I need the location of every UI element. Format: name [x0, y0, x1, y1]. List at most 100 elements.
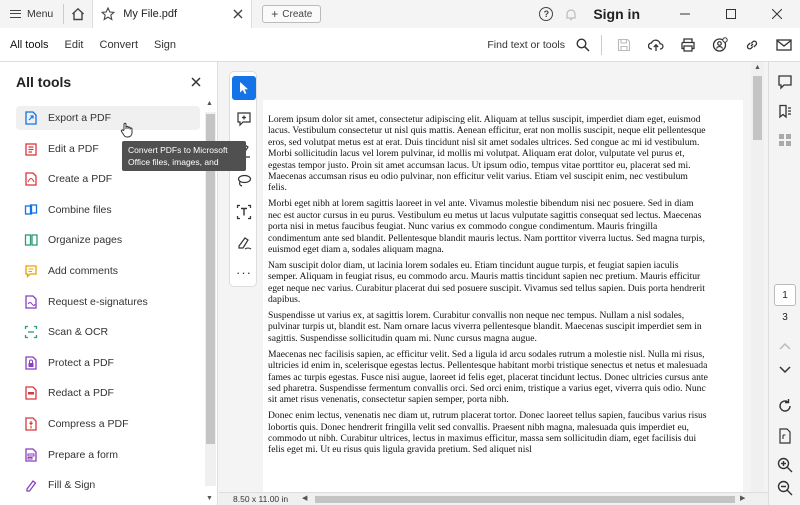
scroll-down-icon[interactable]: ▼ — [206, 495, 213, 502]
redact-pdf-icon — [25, 386, 37, 401]
search-button[interactable] — [571, 28, 595, 62]
vertical-scrollbar-thumb[interactable] — [753, 76, 762, 140]
sign-tool-button[interactable] — [232, 231, 256, 255]
sign-in-button[interactable]: Sign in — [593, 6, 640, 22]
link-icon — [746, 40, 758, 49]
tool-item-protect-pdf[interactable]: Protect a PDF — [16, 351, 200, 375]
bookmarks-button[interactable] — [773, 100, 797, 124]
current-page-input[interactable]: 1 — [774, 284, 796, 306]
close-window-button[interactable] — [754, 0, 800, 28]
menu-button[interactable]: Menu — [0, 0, 63, 28]
pen-sign-icon — [238, 237, 252, 250]
tool-item-label: Redact a PDF — [48, 387, 114, 400]
menu-label: Menu — [27, 8, 54, 20]
page-fit-button[interactable] — [773, 424, 797, 448]
tool-item-redact-pdf[interactable]: Redact a PDF — [16, 381, 200, 405]
comment-icon — [778, 75, 792, 90]
tool-item-export-pdf[interactable]: Export a PDF — [16, 106, 200, 130]
document-tab[interactable]: My File.pdf — [92, 0, 253, 28]
create-pdf-icon — [25, 172, 37, 186]
add-comments-icon — [25, 265, 37, 278]
tool-item-label: Request e-signatures — [48, 295, 148, 308]
tool-item-request-esignatures[interactable]: Request e-signatures — [16, 290, 200, 314]
chevron-up-icon — [779, 342, 791, 350]
tool-item-label: Fill & Sign — [48, 479, 96, 492]
tool-item-label: Protect a PDF — [48, 356, 114, 369]
combine-files-icon — [24, 204, 38, 215]
home-button[interactable] — [64, 0, 92, 28]
main-toolbar: All tools Edit Convert Sign Find text or… — [0, 28, 800, 62]
all-tools-panel: All tools Export a PDF Edit a PDF Create a… — [0, 62, 218, 505]
tab-all-tools[interactable]: All tools — [0, 28, 57, 62]
tab-sign[interactable]: Sign — [146, 28, 184, 62]
upload-button[interactable] — [640, 28, 672, 62]
title-bar: Menu My File.pdf + Create ? Sign in — [0, 0, 800, 28]
close-tab-icon[interactable] — [233, 9, 243, 19]
document-horizontal-scrollbar[interactable]: 8.50 x 11.00 in ◀ ▶ — [219, 492, 768, 505]
zoom-in-button[interactable] — [773, 453, 797, 477]
find-text-button[interactable]: Find text or tools — [487, 39, 565, 51]
scroll-right-icon[interactable]: ▶ — [740, 494, 745, 502]
text-tool-button[interactable] — [232, 200, 256, 224]
close-panel-icon[interactable] — [191, 77, 201, 87]
horizontal-scrollbar-thumb[interactable] — [315, 496, 735, 503]
zoom-in-icon — [777, 457, 793, 473]
fill-sign-icon — [26, 480, 37, 492]
scroll-up-icon[interactable]: ▲ — [754, 64, 761, 71]
tool-item-combine-files[interactable]: Combine files — [16, 198, 200, 222]
total-pages-label: 3 — [782, 312, 788, 323]
grid-icon — [779, 134, 791, 146]
create-button[interactable]: + Create — [262, 5, 322, 23]
page-fit-icon — [779, 428, 791, 444]
save-button[interactable] — [608, 28, 640, 62]
tooltip: Convert PDFs to Microsoft Office files, … — [122, 141, 246, 179]
star-icon[interactable] — [101, 7, 116, 21]
tool-item-prepare-form[interactable]: Prepare a form — [16, 443, 200, 467]
select-tool-button[interactable] — [232, 76, 256, 100]
tool-item-label: Add comments — [48, 265, 119, 277]
previous-page-button[interactable] — [773, 334, 797, 358]
zoom-out-button[interactable] — [773, 476, 797, 500]
print-button[interactable] — [672, 28, 704, 62]
add-comment-tool-button[interactable] — [232, 107, 256, 131]
close-icon — [772, 9, 782, 19]
link-button[interactable] — [736, 28, 768, 62]
hand-cursor-icon — [120, 122, 133, 138]
next-page-button[interactable] — [773, 358, 797, 382]
user-share-icon — [712, 36, 728, 52]
share-user-button[interactable] — [704, 28, 736, 62]
comments-panel-button[interactable] — [773, 70, 797, 94]
more-tools-button[interactable]: ··· — [232, 260, 256, 284]
more-icon: ··· — [236, 264, 252, 280]
home-icon — [72, 7, 85, 21]
minimize-button[interactable] — [662, 0, 708, 28]
email-button[interactable] — [768, 28, 800, 62]
search-icon — [576, 37, 590, 52]
scroll-up-icon[interactable]: ▲ — [206, 100, 213, 107]
minimize-icon — [680, 13, 690, 15]
tool-item-label: Scan & OCR — [48, 326, 109, 339]
tool-item-organize-pages[interactable]: Organize pages — [16, 228, 200, 252]
maximize-button[interactable] — [708, 0, 754, 28]
tab-edit[interactable]: Edit — [57, 28, 92, 62]
pdf-page[interactable]: Lorem ipsum dolor sit amet, consectetur … — [263, 100, 743, 500]
help-icon[interactable]: ? — [539, 7, 554, 21]
rotate-button[interactable] — [773, 394, 797, 418]
tool-item-label: Prepare a form — [48, 448, 119, 461]
scan-ocr-icon — [24, 326, 38, 339]
tool-item-label: Edit a PDF — [48, 142, 99, 155]
right-rail: 1 3 — [768, 62, 800, 505]
tool-item-scan-ocr[interactable]: Scan & OCR — [16, 320, 200, 344]
document-tab-title: My File.pdf — [123, 8, 178, 20]
paragraph: Morbi eget nibh at lorem sagittis laoree… — [268, 198, 705, 255]
tool-item-add-comments[interactable]: Add comments — [16, 259, 200, 283]
document-vertical-scrollbar[interactable]: ▲ ▼ — [751, 62, 764, 505]
tool-item-fill-sign[interactable]: Fill & Sign — [16, 473, 200, 497]
thumbnails-button[interactable] — [773, 128, 797, 152]
divider — [601, 34, 602, 55]
tool-item-compress-pdf[interactable]: Compress a PDF — [16, 412, 200, 436]
bell-icon[interactable] — [565, 8, 577, 21]
tab-convert[interactable]: Convert — [92, 28, 147, 62]
request-esignatures-icon — [25, 294, 37, 309]
scroll-left-icon[interactable]: ◀ — [302, 494, 307, 502]
